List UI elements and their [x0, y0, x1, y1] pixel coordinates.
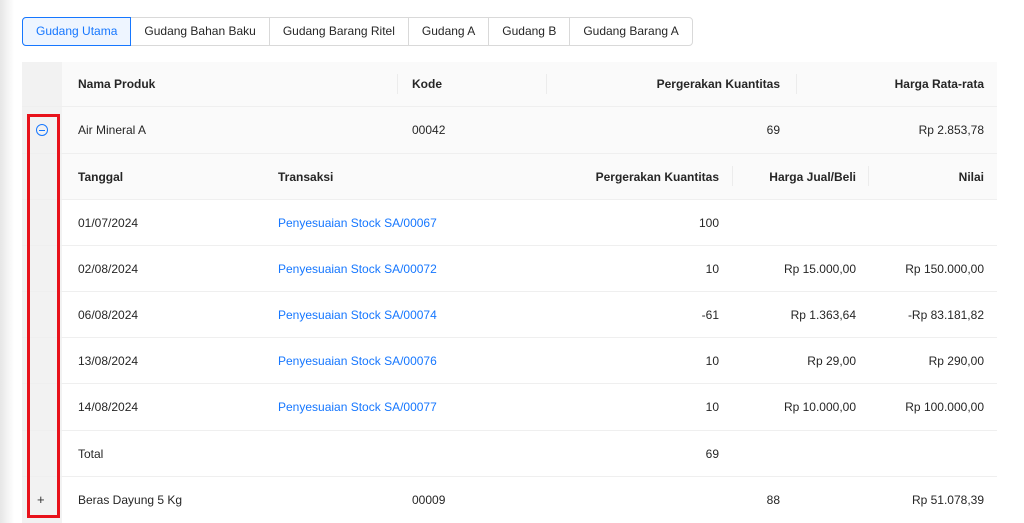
table-row[interactable]: Air Mineral A 00042 69 Rp 2.853,78: [22, 107, 997, 154]
detail-value: -Rp 83.181,82: [907, 307, 984, 322]
product-name: Air Mineral A: [78, 123, 147, 137]
product-avg-price: Rp 2.853,78: [918, 123, 984, 137]
header-transaksi: Transaksi: [278, 169, 334, 184]
detail-movement: 10: [705, 353, 719, 368]
detail-movement: -61: [701, 307, 719, 322]
detail-total-row: Total 69: [22, 431, 997, 477]
detail-row: 02/08/2024 Penyesuaian Stock SA/00072 10…: [22, 246, 997, 292]
product-avg-price: Rp 51.078,39: [911, 493, 984, 507]
product-movement: 69: [766, 123, 780, 137]
detail-movement: 100: [698, 215, 719, 230]
table-header: Nama Produk Kode Pergerakan Kuantitas Ha…: [22, 62, 997, 107]
detail-value: Rp 100.000,00: [905, 400, 984, 414]
detail-price: Rp 29,00: [807, 353, 856, 368]
detail-value: Rp 150.000,00: [905, 261, 984, 276]
product-code: 00009: [412, 493, 446, 507]
tab-gudang-a[interactable]: Gudang A: [407, 18, 488, 45]
tab-gudang-b[interactable]: Gudang B: [488, 18, 569, 45]
detail-table-header: Tanggal Transaksi Pergerakan Kuantitas H…: [22, 154, 997, 200]
header-pergerakan-kuantitas: Pergerakan Kuantitas: [656, 77, 780, 91]
total-movement: 69: [705, 446, 719, 461]
detail-date: 06/08/2024: [78, 307, 139, 322]
tab-gudang-barang-a[interactable]: Gudang Barang A: [569, 18, 691, 45]
expand-row-icon[interactable]: +: [37, 493, 45, 506]
detail-row: 14/08/2024 Penyesuaian Stock SA/00077 10…: [22, 384, 997, 431]
detail-value: Rp 290,00: [928, 353, 984, 368]
header-harga-jual-beli: Harga Jual/Beli: [769, 169, 856, 184]
header-nilai: Nilai: [958, 169, 984, 184]
detail-row: 06/08/2024 Penyesuaian Stock SA/00074 -6…: [22, 292, 997, 338]
warehouse-tabs: Gudang Utama Gudang Bahan Baku Gudang Ba…: [22, 17, 693, 46]
detail-date: 02/08/2024: [78, 261, 139, 276]
expand-column-header: [22, 62, 62, 106]
header-detail-pergerakan: Pergerakan Kuantitas: [595, 169, 719, 184]
collapse-row-icon[interactable]: [36, 124, 48, 136]
header-nama-produk: Nama Produk: [78, 77, 156, 91]
detail-row: 13/08/2024 Penyesuaian Stock SA/00076 10…: [22, 338, 997, 384]
detail-price: Rp 1.363,64: [790, 307, 856, 322]
transaction-link[interactable]: Penyesuaian Stock SA/00076: [278, 338, 437, 383]
product-movement: 88: [766, 493, 780, 507]
transaction-link[interactable]: Penyesuaian Stock SA/00067: [278, 200, 437, 245]
detail-price: Rp 15.000,00: [783, 261, 856, 276]
header-kode: Kode: [412, 77, 442, 91]
detail-date: 01/07/2024: [78, 215, 139, 230]
header-tanggal: Tanggal: [78, 169, 124, 184]
tab-gudang-utama[interactable]: Gudang Utama: [22, 17, 132, 46]
total-label: Total: [78, 446, 104, 461]
left-edge-shade: [0, 0, 14, 523]
header-harga-rata-rata: Harga Rata-rata: [894, 77, 984, 91]
tab-gudang-bahan-baku[interactable]: Gudang Bahan Baku: [130, 18, 268, 45]
detail-row: 01/07/2024 Penyesuaian Stock SA/00067 10…: [22, 200, 997, 246]
table-row[interactable]: + Beras Dayung 5 Kg 00009 88 Rp 51.078,3…: [22, 477, 997, 523]
detail-price: Rp 10.000,00: [783, 400, 856, 414]
detail-date: 14/08/2024: [78, 400, 139, 414]
detail-movement: 10: [705, 400, 719, 414]
detail-date: 13/08/2024: [78, 353, 139, 368]
detail-price: [732, 200, 856, 245]
tab-gudang-barang-ritel[interactable]: Gudang Barang Ritel: [268, 18, 408, 45]
transaction-link[interactable]: Penyesuaian Stock SA/00072: [278, 246, 437, 291]
detail-value: [868, 200, 984, 245]
product-name: Beras Dayung 5 Kg: [78, 493, 183, 507]
transaction-link[interactable]: Penyesuaian Stock SA/00077: [278, 384, 437, 430]
transaction-link[interactable]: Penyesuaian Stock SA/00074: [278, 292, 437, 337]
detail-movement: 10: [705, 261, 719, 276]
product-code: 00042: [412, 123, 446, 137]
